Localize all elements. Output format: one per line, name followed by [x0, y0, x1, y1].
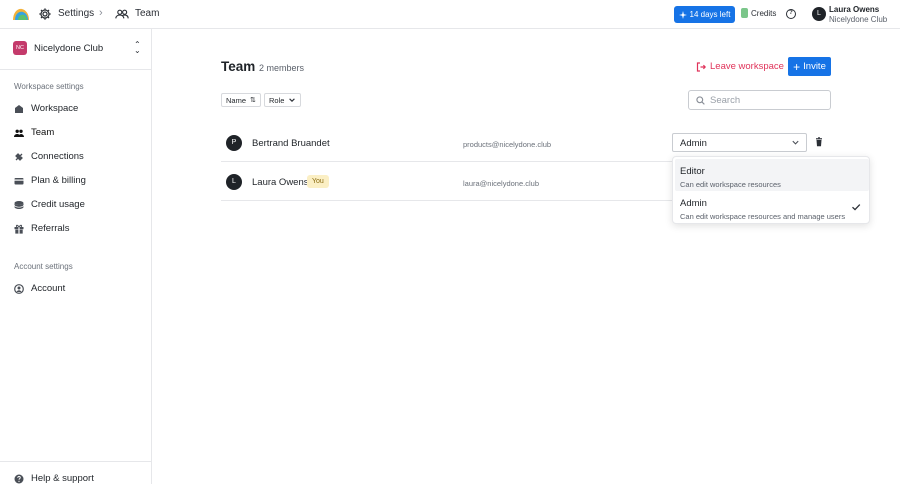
breadcrumb-settings[interactable]: Settings [58, 8, 94, 19]
role-filter-button[interactable]: Role [264, 93, 302, 107]
role-dropdown-menu: Editor Can edit workspace resources Admi… [672, 156, 870, 224]
role-select-value: Admin [680, 138, 707, 149]
user-workspace: Nicelydone Club [829, 15, 888, 24]
avatar[interactable]: L [812, 7, 826, 21]
page-title: Team [221, 59, 256, 74]
invite-button[interactable]: + Invite [788, 57, 831, 76]
workspace-badge: NC [13, 41, 27, 55]
sidebar-item-workspace[interactable]: Workspace [0, 98, 151, 120]
member-name: Bertrand Bruandet [252, 138, 330, 149]
users-icon [115, 9, 129, 19]
users-icon [14, 129, 24, 137]
plus-icon: + [793, 59, 801, 74]
sidebar-item-plan-billing[interactable]: Plan & billing [0, 170, 151, 192]
section-label-workspace: Workspace settings [14, 82, 84, 91]
avatar: L [226, 174, 242, 190]
credits-button[interactable]: Credits [741, 8, 776, 18]
sidebar-item-label: Connections [31, 151, 84, 162]
gear-icon [39, 8, 51, 20]
chevron-right-icon: › [99, 7, 103, 19]
role-option-admin[interactable]: Admin Can edit workspace resources and m… [675, 191, 869, 223]
member-count: 2 members [259, 63, 305, 73]
leave-workspace-label: Leave workspace [710, 61, 784, 72]
search-box [688, 90, 831, 110]
sidebar-item-help[interactable]: Help & support [0, 468, 151, 484]
sidebar-item-account[interactable]: Account [0, 278, 151, 300]
sort-name-label: Name [226, 95, 247, 105]
card-icon [14, 178, 24, 185]
top-bar: Settings › Team 14 days left Credits ? L… [0, 0, 900, 29]
member-email: products@nicelydone.club [463, 140, 552, 149]
gift-icon [14, 224, 24, 234]
role-option-description: Can edit workspace resources [680, 180, 781, 189]
coins-icon [14, 201, 24, 209]
invite-label: Invite [803, 61, 826, 72]
leave-workspace-button[interactable]: Leave workspace [696, 61, 784, 72]
building-icon [15, 105, 23, 113]
you-badge: You [307, 175, 329, 188]
sidebar-item-label: Account [31, 283, 66, 294]
role-option-description: Can edit workspace resources and manage … [680, 212, 846, 221]
sidebar-item-label: Team [31, 127, 55, 138]
breadcrumb-team: Team [135, 8, 160, 19]
credits-jar-icon [741, 8, 748, 18]
sidebar-item-label: Workspace [31, 103, 79, 114]
user-circle-icon [14, 284, 24, 294]
search-icon [696, 96, 705, 105]
role-option-editor[interactable]: Editor Can edit workspace resources [675, 159, 869, 191]
chevron-up-down-icon: ⌃ ⌄ [134, 40, 141, 55]
avatar: P [226, 135, 242, 151]
sort-arrows-icon: ⇅ [250, 97, 256, 104]
sidebar-item-referrals[interactable]: Referrals [0, 218, 151, 240]
sidebar-footer: Help & support [0, 461, 151, 484]
sidebar: NC Nicelydone Club ⌃ ⌄ Workspace settings… [0, 29, 152, 484]
workspace-name: Nicelydone Club [34, 43, 104, 54]
search-input[interactable] [710, 93, 825, 107]
chevron-down-icon [289, 98, 296, 102]
help-circle-icon [14, 474, 24, 484]
trial-days-label: 14 days left [689, 10, 731, 19]
check-icon [852, 204, 861, 211]
role-select[interactable]: Admin [672, 133, 807, 152]
role-option-title: Admin [680, 198, 707, 209]
plug-icon [15, 153, 23, 161]
sparkle-icon [678, 10, 687, 19]
sidebar-item-label: Help & support [31, 473, 94, 484]
trial-days-button[interactable]: 14 days left [674, 6, 735, 23]
role-option-title: Editor [680, 166, 705, 177]
workspace-switcher[interactable]: NC Nicelydone Club ⌃ ⌄ [0, 29, 151, 70]
role-filter-label: Role [269, 95, 285, 105]
chevron-down-icon [792, 140, 799, 145]
app-logo-icon[interactable] [12, 6, 30, 22]
logout-icon [696, 61, 706, 72]
sidebar-item-label: Credit usage [31, 199, 85, 210]
credits-label: Credits [751, 8, 777, 18]
sidebar-item-label: Plan & billing [31, 175, 86, 186]
help-icon[interactable]: ? [786, 9, 796, 19]
section-label-account: Account settings [14, 262, 73, 271]
sidebar-item-connections[interactable]: Connections [0, 146, 151, 168]
sidebar-item-credit-usage[interactable]: Credit usage [0, 194, 151, 216]
member-name: Laura Owens [252, 177, 309, 188]
sidebar-item-label: Referrals [31, 223, 70, 234]
user-name: Laura Owens [829, 5, 880, 14]
sort-name-button[interactable]: Name ⇅ [221, 93, 261, 107]
trash-icon[interactable] [814, 137, 824, 147]
member-email: laura@nicelydone.club [463, 179, 539, 188]
sidebar-item-team[interactable]: Team [0, 122, 151, 144]
